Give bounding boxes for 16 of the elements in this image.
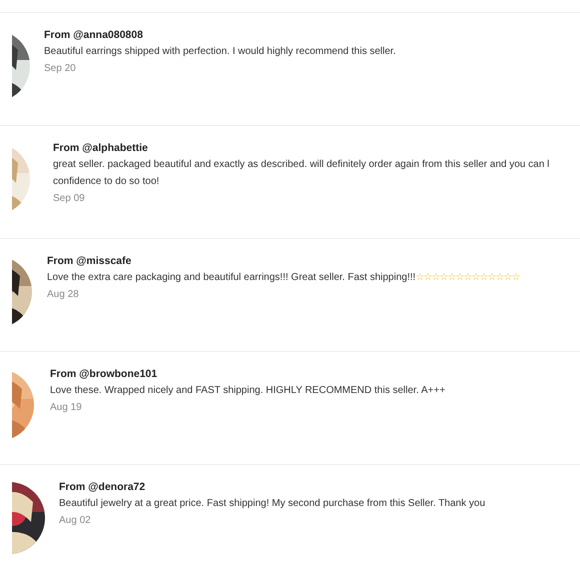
review-author: From @browbone101	[50, 367, 158, 382]
review-text: Love the extra care packaging and beautiful earrings!!! Great seller. Fast shipping!!!☆☆☆☆☆☆☆☆☆☆☆☆☆	[47, 271, 520, 285]
review-text: Love these. Wrapped nicely and FAST shipping. HIGHLY RECOMMEND this seller. A+++	[50, 384, 446, 398]
review-text: Beautiful jewelry at a great price. Fast shipping! My second purchase from this Seller. Thank you	[59, 497, 486, 511]
review-author: From @anna080808	[44, 28, 144, 43]
star-emoji: ☆☆☆☆☆☆☆☆☆☆☆☆☆	[416, 272, 520, 283]
review-author: From @misscafe	[47, 254, 132, 269]
review-date: Sep 20	[44, 62, 77, 76]
review-text: great seller. packaged beautiful and exactly as described. will definitely order again from this seller and you can l confidence to do so too!	[53, 158, 550, 189]
review-date: Aug 02	[59, 514, 92, 528]
review-author: From @denora72	[59, 480, 146, 495]
review-date: Sep 09	[53, 192, 86, 206]
review-date: Aug 19	[50, 401, 83, 415]
review-text: Beautiful earrings shipped with perfection. I would highly recommend this seller.	[44, 45, 396, 59]
review-date: Aug 28	[47, 288, 80, 302]
review-author: From @alphabettie	[53, 141, 149, 156]
